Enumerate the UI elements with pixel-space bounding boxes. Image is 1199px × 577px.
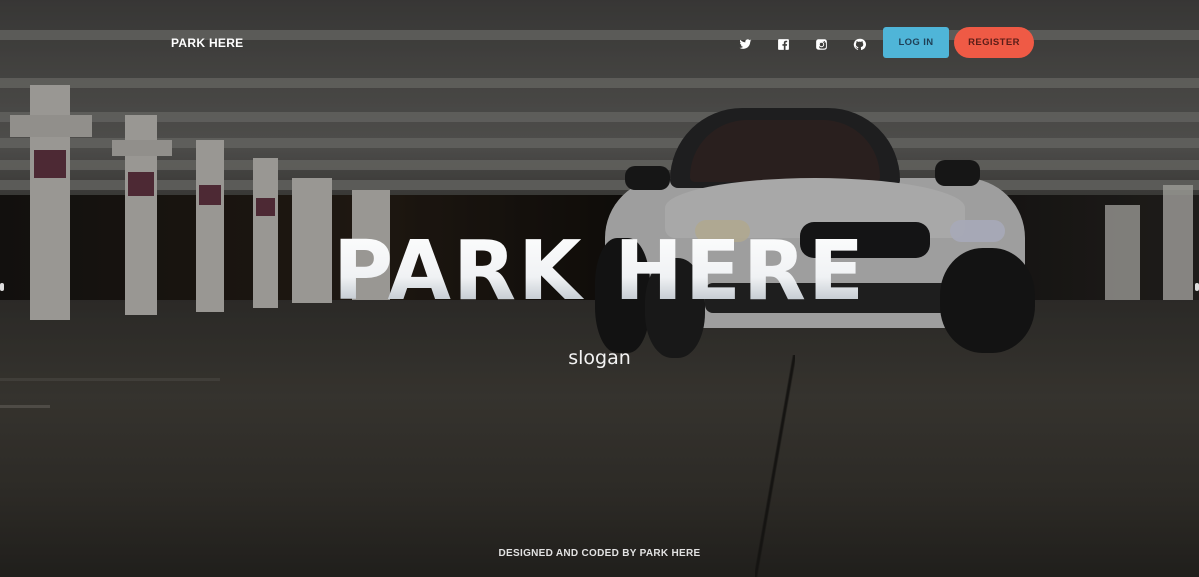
nav-brand[interactable]: PARK HERE	[171, 36, 244, 50]
register-button[interactable]: REGISTER	[954, 27, 1034, 58]
hero-title: PARK HERE	[0, 222, 1199, 322]
instagram-icon[interactable]	[813, 36, 829, 52]
footer-credit: DESIGNED AND CODED BY PARK HERE	[498, 548, 701, 559]
facebook-icon[interactable]	[775, 36, 791, 52]
github-icon[interactable]	[851, 36, 867, 52]
twitter-icon[interactable]	[737, 36, 753, 52]
hero-slogan: slogan	[568, 347, 631, 369]
login-button[interactable]: LOG IN	[883, 27, 949, 58]
